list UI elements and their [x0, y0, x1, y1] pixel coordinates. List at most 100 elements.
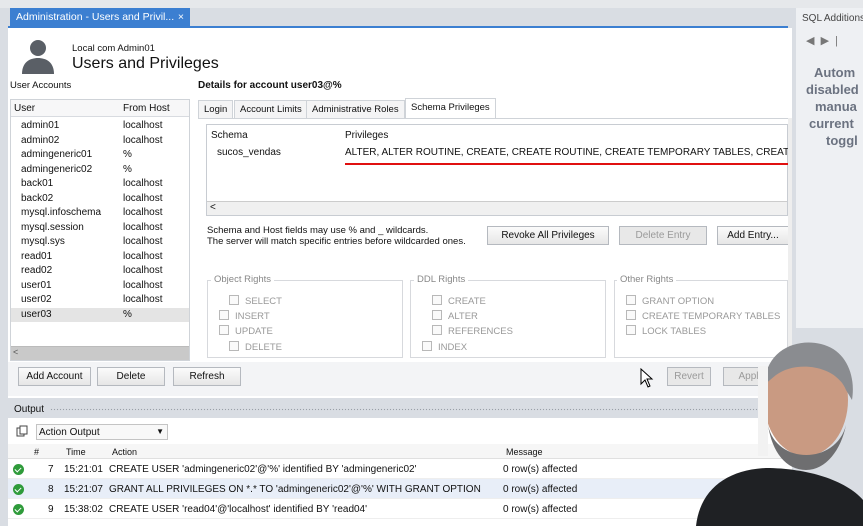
scroll-left-icon[interactable]: < — [210, 202, 216, 213]
account-row[interactable]: read01 localhost — [11, 250, 189, 265]
account-row[interactable]: admin01 localhost — [11, 119, 189, 134]
sql-additions-line: toggl — [826, 133, 858, 148]
col-num: # — [34, 447, 40, 457]
account-row[interactable]: user02 localhost — [11, 293, 189, 308]
privileges-cell[interactable]: ALTER, ALTER ROUTINE, CREATE, CREATE ROU… — [345, 147, 789, 158]
tab-schema-privileges[interactable]: Schema Privileges — [405, 98, 496, 118]
checkbox-references[interactable]: REFERENCES — [432, 325, 513, 337]
add-account-button[interactable]: Add Account — [18, 367, 91, 386]
account-user: admingeneric01 — [21, 149, 93, 160]
refresh-button[interactable]: Refresh — [173, 367, 241, 386]
account-host: localhost — [123, 120, 163, 131]
horizontal-scrollbar[interactable]: < — [207, 201, 787, 215]
log-action: GRANT ALL PRIVILEGES ON *.* TO 'admingen… — [109, 484, 481, 495]
delete-entry-button[interactable]: Delete Entry — [619, 226, 707, 245]
account-user: mysql.sys — [21, 236, 65, 247]
log-num: 9 — [48, 504, 54, 515]
tab-login[interactable]: Login — [198, 100, 234, 118]
output-type-value: Action Output — [39, 427, 100, 438]
output-type-select[interactable]: Action Output ▼ — [36, 424, 168, 440]
copy-icon[interactable] — [16, 425, 28, 437]
col-privileges: Privileges — [345, 130, 389, 141]
account-row[interactable]: admingeneric02% — [11, 163, 189, 178]
chevron-down-icon: ▼ — [156, 427, 164, 436]
log-row[interactable]: 8 15:21:07 GRANT ALL PRIVILEGES ON *.* TO … — [8, 479, 792, 499]
account-user: user01 — [21, 279, 52, 291]
account-row[interactable]: read02 localhost — [11, 264, 189, 279]
account-row[interactable]: back02 localhost — [11, 192, 189, 207]
col-user[interactable]: User — [14, 103, 35, 114]
success-check-icon — [13, 484, 24, 495]
scroll-left-icon[interactable]: < — [13, 347, 18, 357]
account-row[interactable]: back01 localhost — [11, 177, 189, 192]
account-user: admingeneric02 — [21, 163, 93, 175]
mouse-cursor-icon — [640, 368, 654, 388]
success-check-icon — [13, 464, 24, 475]
presenter-webcam-overlay — [696, 342, 863, 526]
checkbox-index[interactable]: INDEX — [422, 341, 467, 353]
col-action: Action — [112, 447, 138, 457]
account-user: read01 — [21, 250, 53, 262]
details-scrollbar[interactable] — [788, 118, 792, 358]
tab-administrative-roles[interactable]: Administrative Roles — [306, 100, 405, 118]
log-num: 7 — [48, 464, 54, 475]
log-row[interactable]: 7 15:21:01 CREATE USER 'admingeneric02'@'%… — [8, 459, 792, 479]
account-row[interactable]: admingeneric01% — [11, 148, 189, 163]
sql-additions-nav[interactable]: ◀ ▶ | — [806, 34, 838, 47]
account-host: % — [123, 308, 132, 320]
account-host: localhost — [123, 178, 163, 189]
account-host: % — [123, 163, 132, 175]
accounts-scrollbar[interactable]: < — [11, 346, 189, 360]
log-header: # Time Action Message — [8, 444, 792, 459]
account-user: admin02 — [21, 134, 60, 146]
add-entry-button[interactable]: Add Entry... — [717, 226, 789, 245]
tab-administration[interactable]: Administration - Users and Privil... × — [10, 8, 190, 26]
account-host: localhost — [123, 250, 163, 262]
account-user: back02 — [21, 192, 54, 204]
red-underline-annotation — [345, 163, 789, 165]
details-heading: Details for account user03@% — [198, 80, 342, 91]
checkbox-alter[interactable]: ALTER — [432, 310, 478, 322]
delete-button[interactable]: Delete — [97, 367, 165, 386]
page-title: Users and Privileges — [72, 55, 219, 72]
sql-additions-line: manua — [815, 99, 857, 114]
details-tabs: Login Account Limits Administrative Role… — [198, 98, 788, 118]
account-row[interactable]: mysql.sys localhost — [11, 235, 189, 250]
account-row[interactable]: mysql.infoschema localhost — [11, 206, 189, 221]
account-host: localhost — [123, 134, 163, 146]
wildcard-hint-2: The server will match specific entries b… — [207, 236, 466, 247]
account-host: localhost — [123, 221, 163, 233]
log-row[interactable]: 9 15:38:02 CREATE USER 'read04'@'localhost… — [8, 499, 792, 519]
tab-account-limits[interactable]: Account Limits — [234, 100, 308, 118]
checkbox-create-temporary-tables[interactable]: CREATE TEMPORARY TABLES — [626, 310, 780, 322]
checkbox-delete[interactable]: DELETE — [229, 341, 282, 353]
log-message: 0 row(s) affected — [503, 504, 578, 515]
account-user: user02 — [21, 294, 52, 305]
user-accounts-list: User From Host admin01 localhost admin02 lo… — [10, 99, 190, 361]
connection-name: Local com Admin01 — [72, 43, 155, 54]
account-row[interactable]: user03% — [11, 307, 189, 322]
checkbox-select[interactable]: SELECT — [229, 295, 282, 307]
top-strip — [0, 0, 863, 8]
account-host: localhost — [123, 265, 163, 276]
close-icon[interactable]: × — [178, 11, 184, 23]
checkbox-insert[interactable]: INSERT — [219, 310, 270, 322]
revoke-all-privileges-button[interactable]: Revoke All Privileges — [487, 226, 609, 245]
account-user: back01 — [21, 178, 54, 189]
log-message: 0 row(s) affected — [503, 484, 578, 495]
schema-cell[interactable]: sucos_vendas — [217, 147, 281, 158]
account-host: % — [123, 149, 132, 160]
log-time: 15:38:02 — [64, 504, 103, 515]
account-row[interactable]: admin02 localhost — [11, 134, 189, 149]
ddl-rights-title: DDL Rights — [414, 274, 469, 285]
checkbox-update[interactable]: UPDATE — [219, 325, 273, 337]
log-action: CREATE USER 'read04'@'localhost' identif… — [109, 504, 368, 515]
checkbox-create[interactable]: CREATE — [432, 295, 486, 307]
checkbox-grant-option[interactable]: GRANT OPTION — [626, 295, 714, 307]
other-rights-title: Other Rights — [617, 274, 677, 285]
output-label: Output — [14, 404, 45, 415]
success-check-icon — [13, 504, 24, 515]
col-from-host[interactable]: From Host — [123, 103, 170, 114]
account-row[interactable]: mysql.session localhost — [11, 221, 189, 236]
account-row[interactable]: user01 localhost — [11, 279, 189, 294]
